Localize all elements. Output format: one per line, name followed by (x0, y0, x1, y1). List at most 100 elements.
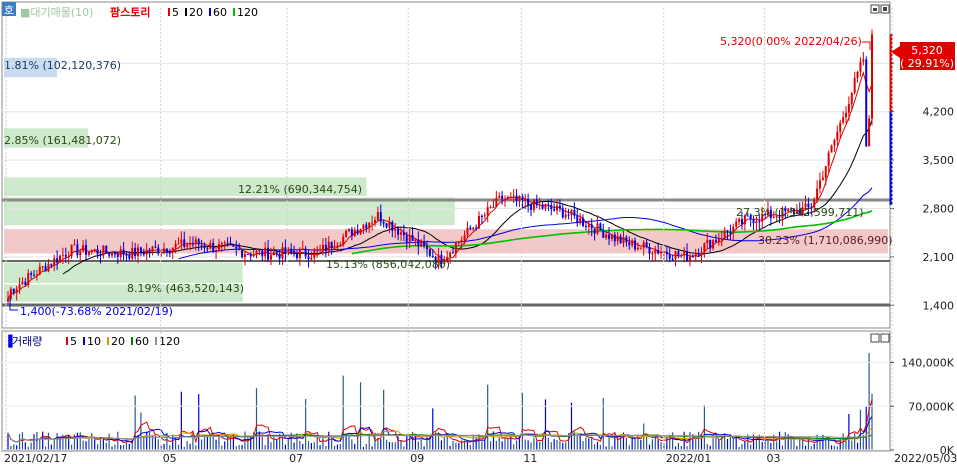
candle-body (556, 205, 559, 211)
price-y-axis: 4,9004,2003,5002,8002,1001,400 (890, 57, 954, 312)
candle-body (197, 239, 200, 245)
candle-body (599, 223, 602, 231)
profile-label-7: 27.3% (1,542,599,711) (736, 206, 864, 219)
profile-label-6: 8.19% (463,520,143) (127, 282, 244, 295)
candle-body (463, 235, 466, 241)
candle-body (21, 281, 24, 285)
candle-body (189, 243, 192, 245)
candle-body (249, 254, 252, 257)
candle-body (397, 228, 400, 235)
candle-body (605, 234, 608, 238)
candle-body (171, 247, 174, 253)
candle-body (269, 255, 272, 260)
candle-body (50, 264, 53, 266)
candle-body (258, 250, 261, 252)
candle-body (697, 252, 700, 256)
candle-body (859, 61, 862, 72)
candle-body (321, 244, 324, 250)
candle-body (660, 252, 663, 254)
candle-body (405, 235, 408, 243)
volume-legend-swatch (83, 337, 85, 345)
candle-body (423, 241, 426, 247)
volume-legend-item-label: 120 (159, 335, 180, 348)
legend-item-label: 5 (172, 6, 179, 19)
candle-body (229, 243, 232, 245)
x-tick-label: 2021/02/17 (4, 452, 67, 464)
candle-body (281, 247, 284, 259)
candle-body (686, 251, 689, 262)
profile-label-3: 12.21% (690,344,754) (238, 183, 362, 196)
candle-body (82, 245, 85, 252)
candle-body (631, 240, 634, 246)
candle-body (267, 247, 270, 260)
candle-body (313, 250, 316, 258)
stock-chart[interactable]: 1.81% (102,120,376) 2.85% (161,481,072) … (0, 0, 957, 464)
candle-body (758, 221, 761, 223)
profile-label-2: 2.85% (161,481,072) (4, 134, 121, 147)
volume-minimize-icon[interactable] (870, 333, 880, 343)
candle-body (518, 195, 521, 201)
candle-body (657, 249, 660, 254)
candle-body (347, 229, 350, 232)
candle-body (327, 241, 330, 252)
candle-body (532, 199, 535, 210)
candle-body (298, 249, 301, 259)
candle-body (35, 274, 38, 276)
candle-body (582, 218, 585, 226)
legend-item-label: 20 (189, 6, 203, 19)
candle-body (235, 246, 238, 249)
candle-body (425, 246, 428, 250)
candle-body (165, 248, 168, 253)
candle-body (636, 247, 639, 250)
candle-body (417, 239, 420, 247)
x-tick-label: 09 (410, 452, 424, 464)
candle-body (339, 244, 342, 246)
candle-body (90, 250, 93, 253)
candle-body (576, 215, 579, 224)
candle-body (480, 216, 483, 218)
candle-body (512, 195, 515, 197)
candle-body (420, 241, 423, 247)
candle-body (345, 231, 348, 237)
candle-body (596, 223, 599, 234)
candle-body (64, 254, 67, 257)
x-tick-label: 2022/01 (666, 452, 712, 464)
candle-body (466, 227, 469, 236)
candle-body (350, 229, 353, 237)
x-tick-label: 03 (766, 452, 780, 464)
candle-body (735, 221, 738, 227)
candle-body (428, 249, 431, 256)
candle-body (243, 253, 246, 258)
candle-body (304, 248, 307, 257)
x-tick-label: 07 (289, 452, 303, 464)
legend-title: 팜스토리 (110, 5, 150, 19)
candle-body (411, 235, 414, 241)
candle-body (128, 255, 131, 259)
candle-body (573, 209, 576, 216)
candle-body (76, 244, 79, 256)
x-tick-label: 2022/05/03 (894, 452, 957, 464)
volume-legend-item-label: 10 (87, 335, 101, 348)
candle-body (99, 254, 102, 256)
candle-body (628, 242, 631, 246)
maximize-glyph (883, 7, 887, 11)
candle-body (527, 199, 530, 205)
candle-body (53, 258, 56, 266)
volume-legend-swatch (155, 337, 157, 345)
volume-maximize-icon[interactable] (880, 333, 890, 343)
candle-body (44, 266, 47, 272)
candle-body (842, 117, 845, 123)
candle-body (561, 208, 564, 218)
candle-body (388, 221, 391, 228)
last-price-value: 5,320 (911, 44, 943, 57)
candle-body (142, 252, 145, 255)
candle-body (113, 251, 116, 255)
candle-body (365, 224, 368, 229)
candle-body (376, 212, 379, 220)
candle-body (836, 131, 839, 140)
price-tick-label: 3,500 (923, 154, 955, 167)
candle-body (310, 257, 313, 260)
candle-body (856, 71, 859, 78)
candle-body (752, 219, 755, 224)
candle-body (371, 222, 374, 224)
